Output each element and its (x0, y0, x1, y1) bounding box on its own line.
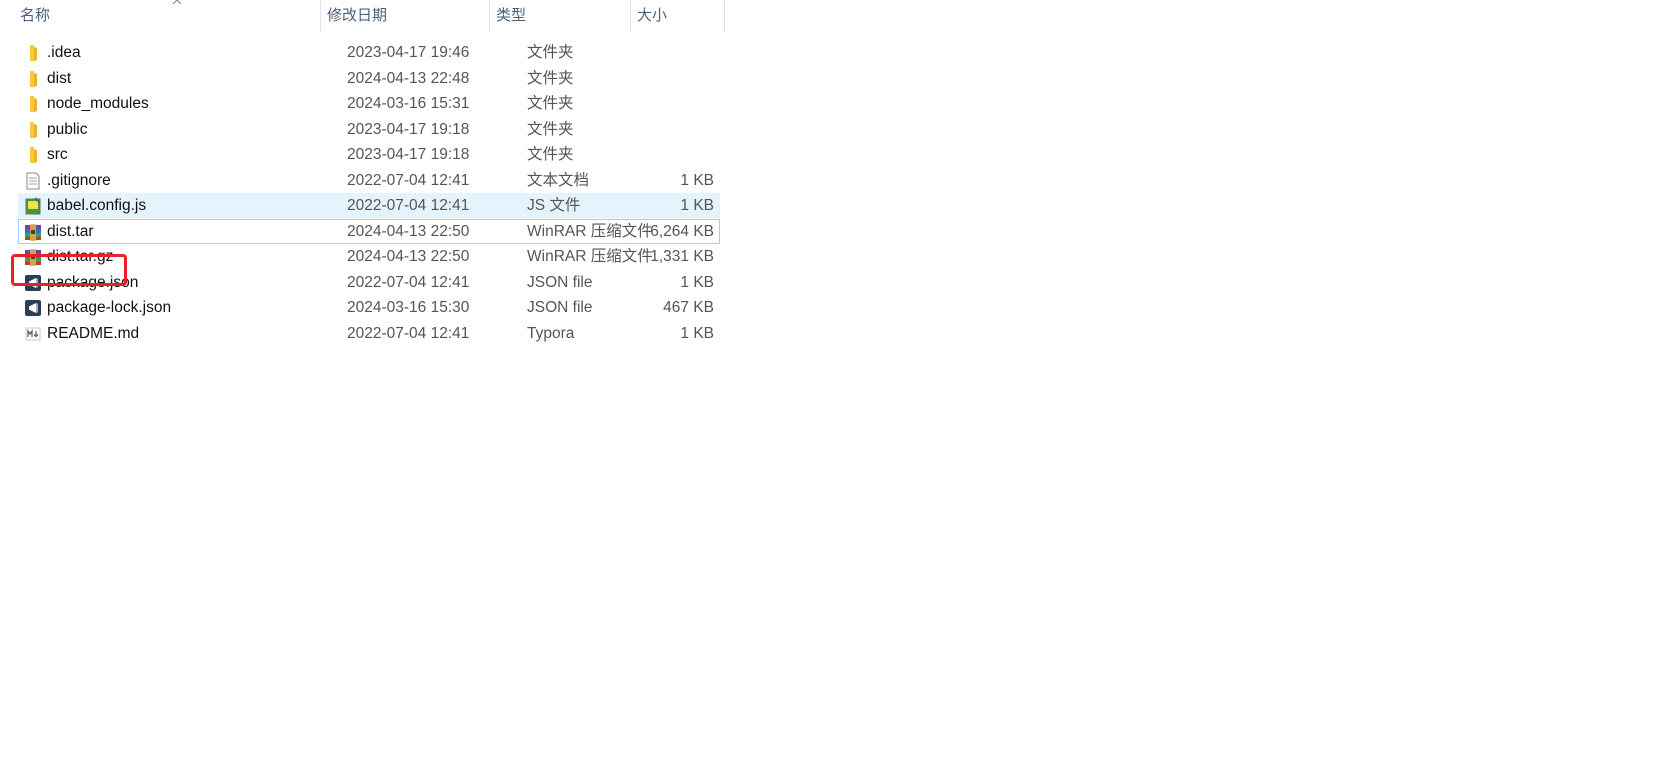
file-name: babel.config.js (47, 197, 147, 214)
file-size: 1 KB (680, 273, 714, 291)
file-type: JSON file (527, 299, 593, 316)
file-size: 1 KB (680, 324, 714, 342)
file-date: 2024-04-13 22:50 (347, 248, 470, 265)
file-type: WinRAR 压缩文件 (527, 222, 653, 240)
file-date: 2024-03-16 15:31 (347, 95, 470, 112)
file-size: 1,331 KB (650, 248, 714, 265)
vscode-file-icon (25, 300, 41, 316)
file-name: package-lock.json (47, 299, 172, 316)
file-type: 文件夹 (527, 120, 574, 138)
folder-icon (30, 147, 37, 163)
file-type: Typora (527, 324, 575, 342)
sort-ascending-icon (172, 0, 182, 5)
file-row-gitignore[interactable]: .gitignore 2022-07-04 12:41 文本文档 1 KB (18, 168, 720, 193)
file-size: 1 KB (680, 197, 714, 214)
file-type: 文件夹 (527, 95, 574, 112)
file-type: JS 文件 (527, 197, 581, 214)
file-date: 2022-07-04 12:41 (347, 171, 470, 189)
column-header-name-label: 名称 (20, 7, 51, 24)
file-row-public[interactable]: public 2023-04-17 19:18 文件夹 (18, 117, 720, 142)
js-file-icon (25, 197, 41, 215)
file-explorer: 名称 修改日期 类型 大小 .idea 2023-04-17 19:46 文件夹 (0, 0, 1666, 782)
file-type: 文本文档 (527, 171, 590, 189)
column-divider[interactable] (724, 0, 725, 32)
file-date: 2024-04-13 22:48 (347, 69, 470, 87)
file-size: 1 KB (680, 171, 714, 189)
folder-icon (30, 96, 37, 112)
file-date: 2023-04-17 19:46 (347, 44, 470, 61)
file-size: 467 KB (663, 299, 714, 316)
file-date: 2023-04-17 19:18 (347, 146, 470, 163)
file-row-readme[interactable]: README.md 2022-07-04 12:41 Typora 1 KB (18, 321, 720, 346)
column-header-size[interactable]: 大小 (630, 0, 724, 32)
folder-icon (30, 70, 37, 87)
file-type: JSON file (527, 273, 593, 291)
column-header-type-label: 类型 (496, 7, 527, 24)
file-date: 2022-07-04 12:41 (347, 197, 470, 214)
file-date: 2022-07-04 12:41 (347, 324, 470, 342)
column-header-name[interactable]: 名称 (13, 0, 320, 32)
file-name: src (47, 146, 68, 163)
folder-icon (30, 121, 37, 138)
column-header-size-label: 大小 (637, 7, 668, 24)
folder-icon (30, 45, 37, 61)
file-row-babel-config[interactable]: babel.config.js 2022-07-04 12:41 JS 文件 1… (18, 193, 720, 218)
annotation-highlight-box (11, 254, 127, 286)
file-date: 2024-04-13 22:50 (347, 222, 470, 240)
file-date: 2023-04-17 19:18 (347, 120, 470, 138)
file-name: dist (47, 69, 72, 87)
file-name: dist.tar (47, 222, 94, 240)
file-row-idea[interactable]: .idea 2023-04-17 19:46 文件夹 (18, 40, 720, 65)
file-row-dist[interactable]: dist 2024-04-13 22:48 文件夹 (18, 66, 720, 91)
text-file-icon (26, 172, 40, 189)
file-date: 2024-03-16 15:30 (347, 299, 470, 316)
file-type: 文件夹 (527, 146, 574, 163)
file-name: .idea (47, 44, 81, 61)
file-name: public (47, 120, 88, 138)
file-type: 文件夹 (527, 44, 574, 61)
file-name: .gitignore (47, 171, 111, 189)
file-row-node-modules[interactable]: node_modules 2024-03-16 15:31 文件夹 (18, 91, 720, 116)
file-row-src[interactable]: src 2023-04-17 19:18 文件夹 (18, 142, 720, 167)
file-row-package-lock-json[interactable]: package-lock.json 2024-03-16 15:30 JSON … (18, 295, 720, 320)
file-name: README.md (47, 324, 140, 342)
column-header-type[interactable]: 类型 (489, 0, 630, 32)
file-row-dist-tar[interactable]: dist.tar 2024-04-13 22:50 WinRAR 压缩文件 6,… (18, 218, 720, 244)
column-header-date-label: 修改日期 (327, 7, 388, 24)
winrar-archive-icon (25, 223, 41, 241)
file-size: 6,264 KB (650, 222, 714, 240)
file-type: WinRAR 压缩文件 (527, 248, 653, 265)
markdown-file-icon (25, 327, 41, 340)
column-header-date[interactable]: 修改日期 (320, 0, 489, 32)
file-date: 2022-07-04 12:41 (347, 273, 470, 291)
file-name: node_modules (47, 95, 149, 112)
column-header-bar: 名称 修改日期 类型 大小 (0, 0, 772, 32)
file-type: 文件夹 (527, 69, 574, 87)
